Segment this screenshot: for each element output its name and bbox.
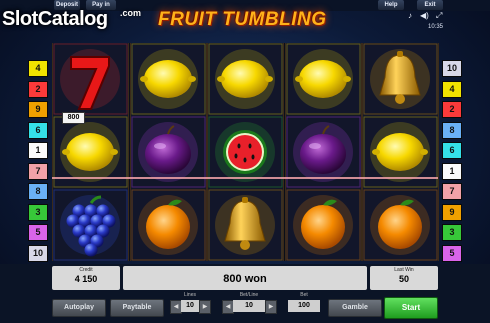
watermark-logo: SlotCatalog <box>2 8 108 30</box>
credit-label: Credit <box>79 267 93 273</box>
credit-value: 4 150 <box>74 274 98 284</box>
right-line-marker-5[interactable]: 5 <box>442 244 462 262</box>
watermark-logo-domain: .com <box>120 8 142 18</box>
exit-button[interactable]: Exit <box>417 0 443 10</box>
lemon-icon <box>286 43 361 115</box>
lines-label: Lines <box>184 292 196 298</box>
bet-line-increase-button[interactable]: ▶ <box>265 300 277 314</box>
lines-stepper[interactable]: ◀ 10 ▶ <box>170 300 211 314</box>
left-line-marker-10[interactable]: 10 <box>28 244 48 262</box>
orange-icon <box>363 189 438 261</box>
right-line-marker-6[interactable]: 6 <box>442 142 462 159</box>
message-box: 800 won <box>123 266 367 290</box>
left-line-marker-3[interactable]: 3 <box>28 203 48 221</box>
music-icon[interactable]: ♪ <box>408 11 412 20</box>
right-line-marker-1[interactable]: 1 <box>442 162 462 180</box>
paytable-button[interactable]: Paytable <box>110 299 164 317</box>
bell-icon <box>363 43 438 115</box>
reel-4 <box>284 43 362 261</box>
right-line-marker-2[interactable]: 2 <box>442 101 462 118</box>
left-line-marker-1[interactable]: 1 <box>28 142 48 159</box>
last-win-label: Last Win <box>394 267 414 273</box>
right-line-marker-10[interactable]: 10 <box>442 60 462 77</box>
right-line-marker-8[interactable]: 8 <box>442 121 462 139</box>
reel-area[interactable] <box>52 43 439 261</box>
lemon-icon <box>208 43 283 115</box>
reel-5 <box>362 43 439 261</box>
left-line-marker-6[interactable]: 6 <box>28 121 48 139</box>
win-line-7 <box>52 177 438 179</box>
bet-line-label: Bet/Line <box>239 292 259 298</box>
right-line-marker-4[interactable]: 4 <box>442 80 462 98</box>
speaker-icon[interactable]: ◀) <box>420 11 429 20</box>
bet-value: 100 <box>288 300 320 312</box>
grapes-icon <box>53 189 128 261</box>
seven-icon <box>53 43 128 115</box>
left-line-marker-4[interactable]: 4 <box>28 60 48 77</box>
reel-1 <box>52 43 129 261</box>
reel-3 <box>207 43 284 261</box>
reel-2 <box>129 43 207 261</box>
left-line-marker-9[interactable]: 9 <box>28 101 48 118</box>
left-line-marker-2[interactable]: 2 <box>28 80 48 98</box>
game-title: FRUIT TUMBLING <box>158 9 327 30</box>
clock: 10:35 <box>428 24 444 30</box>
last-win-value: 50 <box>398 274 409 284</box>
orange-icon <box>131 189 206 261</box>
win-message: 800 won <box>223 273 267 285</box>
start-button[interactable]: Start <box>384 297 438 319</box>
right-line-marker-3[interactable]: 3 <box>442 224 462 241</box>
left-line-marker-5[interactable]: 5 <box>28 224 48 241</box>
bet-line-value: 10 <box>233 300 265 312</box>
lines-increase-button[interactable]: ▶ <box>199 300 211 314</box>
right-line-marker-7[interactable]: 7 <box>442 183 462 200</box>
autoplay-button[interactable]: Autoplay <box>52 299 106 317</box>
lines-value: 10 <box>181 300 199 312</box>
orange-icon <box>286 189 361 261</box>
bell-icon <box>208 189 283 261</box>
fullscreen-icon[interactable]: ⤢ <box>436 11 442 21</box>
help-button[interactable]: Help <box>378 0 404 10</box>
bet-label: Bet <box>300 292 308 298</box>
right-line-marker-9[interactable]: 9 <box>442 203 462 221</box>
credit-box: Credit 4 150 <box>52 266 120 290</box>
gamble-button[interactable]: Gamble <box>328 299 382 317</box>
last-win-box: Last Win 50 <box>370 266 438 290</box>
left-line-marker-7[interactable]: 7 <box>28 162 48 180</box>
bet-line-stepper[interactable]: ◀ 10 ▶ <box>222 300 277 314</box>
lemon-icon <box>131 43 206 115</box>
win-amount-badge: 800 <box>62 112 85 124</box>
left-line-marker-8[interactable]: 8 <box>28 183 48 200</box>
